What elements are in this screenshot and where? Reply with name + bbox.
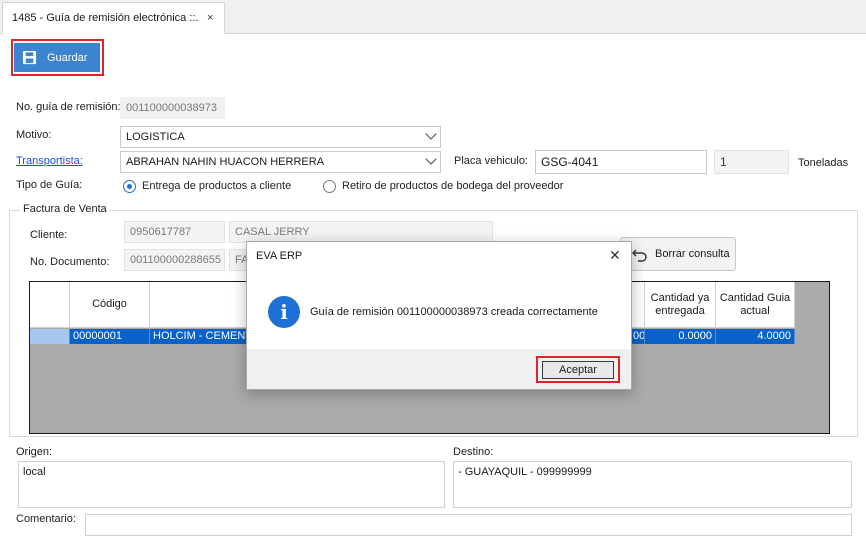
placa-input[interactable]: GSG-4041: [535, 150, 707, 174]
grid-cell-cantidad-entregada[interactable]: 0.0000: [645, 329, 716, 344]
comentario-input[interactable]: [85, 514, 852, 536]
documento-label: No. Documento:: [30, 256, 110, 268]
comentario-label: Comentario:: [16, 513, 76, 525]
transportista-select[interactable]: ABRAHAN NAHIN HUACON HERRERA: [120, 151, 441, 173]
grid-cell-cantidad-actual[interactable]: 4.0000: [716, 329, 795, 344]
borrar-consulta-button[interactable]: Borrar consulta: [620, 237, 736, 271]
motivo-value: LOGISTICA: [126, 131, 185, 143]
guia-label: No. guía de remisión:: [16, 101, 121, 113]
grid-cell-hidden[interactable]: 00: [630, 329, 645, 344]
tab-title: 1485 - Guía de remisión electrónica ::.: [12, 12, 199, 24]
borrar-consulta-label: Borrar consulta: [655, 248, 730, 260]
toneladas-label: Toneladas: [798, 157, 849, 169]
grid-corner: [30, 282, 70, 328]
documento-field: 001100000288655: [124, 249, 225, 271]
placa-label: Placa vehiculo:: [454, 155, 528, 167]
cliente-label: Cliente:: [30, 229, 68, 241]
accept-button[interactable]: Aceptar: [542, 361, 614, 379]
dialog-title: EVA ERP: [256, 250, 303, 262]
message-dialog: EVA ERP ✕ i Guía de remisión 00110000003…: [246, 241, 632, 390]
transportista-link[interactable]: Transportista:: [16, 155, 83, 167]
tab-close-icon[interactable]: ×: [207, 12, 213, 24]
undo-icon: [632, 249, 647, 262]
motivo-select[interactable]: LOGISTICA: [120, 126, 441, 148]
tab-bar: 1485 - Guía de remisión electrónica ::. …: [0, 0, 866, 34]
grid-row-selector[interactable]: [30, 329, 70, 344]
radio-retiro-label: Retiro de productos de bodega del provee…: [342, 180, 564, 192]
grid-header-cantidad-actual[interactable]: Cantidad Guia actual: [716, 282, 795, 328]
save-button-label: Guardar: [47, 51, 88, 64]
origen-label: Origen:: [16, 446, 53, 458]
dialog-message: Guía de remisión 001100000038973 creada …: [310, 306, 598, 318]
chevron-down-icon: [425, 153, 437, 165]
grid-header-cantidad-entregada[interactable]: Cantidad ya entregada: [645, 282, 716, 328]
info-icon: i: [268, 296, 300, 328]
radio-entrega[interactable]: Entrega de productos a cliente: [123, 180, 323, 194]
grid-header-codigo[interactable]: Código: [70, 282, 150, 328]
motivo-label: Motivo:: [16, 129, 52, 141]
cliente-id-field: 0950617787: [124, 221, 225, 243]
radio-selected-icon: [123, 180, 136, 193]
destino-label: Destino:: [453, 446, 494, 458]
chevron-down-icon: [425, 128, 437, 140]
factura-group-label: Factura de Venta: [20, 203, 110, 215]
dialog-close-icon[interactable]: ✕: [609, 247, 621, 264]
tipo-guia-label: Tipo de Guía:: [16, 179, 83, 191]
grid-cell-codigo[interactable]: 00000001: [70, 329, 150, 344]
transportista-value: ABRAHAN NAHIN HUACON HERRERA: [126, 156, 325, 168]
radio-retiro[interactable]: Retiro de productos de bodega del provee…: [323, 180, 573, 194]
origen-textarea[interactable]: local: [18, 461, 445, 508]
cliente-name-field: CASAL JERRY: [229, 221, 493, 243]
radio-entrega-label: Entrega de productos a cliente: [142, 180, 292, 192]
guia-number-field: 001100000038973: [120, 97, 225, 119]
destino-textarea[interactable]: - GUAYAQUIL - 099999999: [453, 461, 852, 508]
save-button[interactable]: Guardar: [14, 43, 100, 72]
floppy-disk-icon: [22, 50, 37, 65]
tab-guia-remision[interactable]: 1485 - Guía de remisión electrónica ::. …: [2, 2, 225, 34]
radio-unselected-icon: [323, 180, 336, 193]
toneladas-field: 1: [714, 150, 789, 174]
